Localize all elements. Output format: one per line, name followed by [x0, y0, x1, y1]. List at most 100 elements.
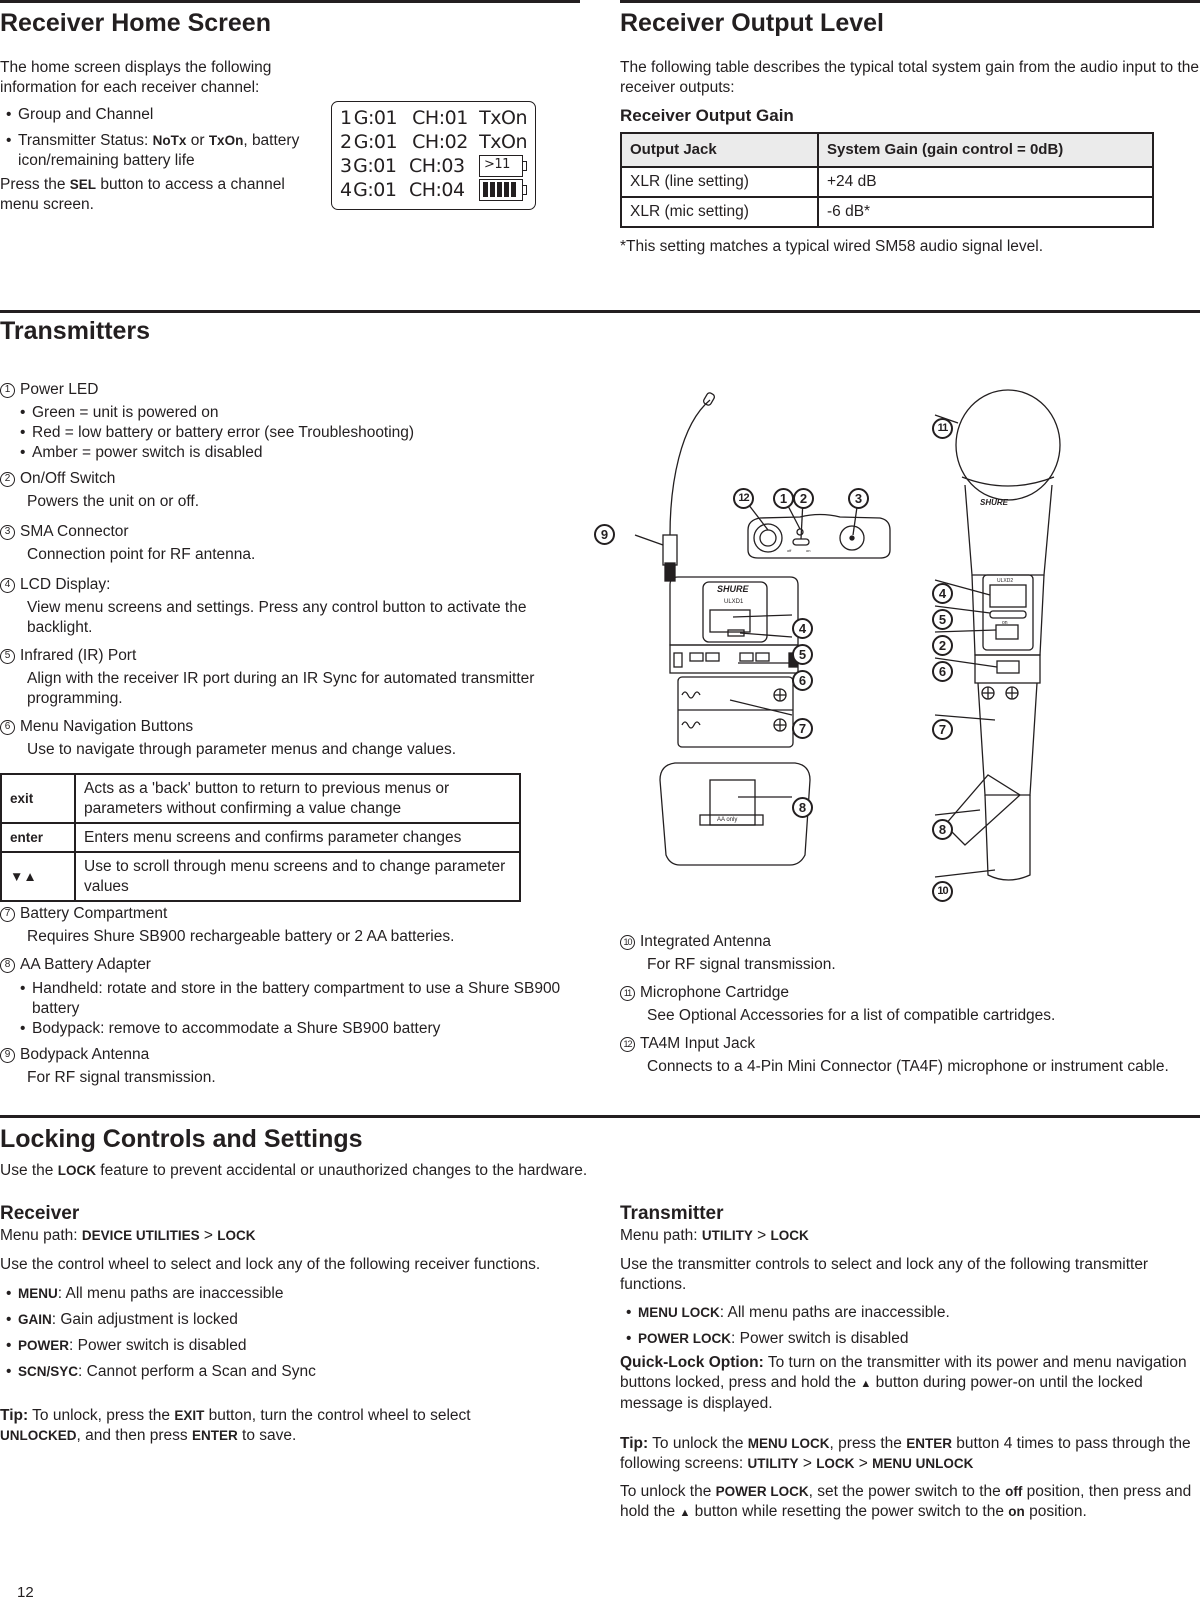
- page-number: 12: [17, 1584, 34, 1601]
- item-aa-battery-adapter: 8AA Battery Adapter Handheld: rotate and…: [0, 955, 580, 1039]
- callout-9: 9: [594, 524, 615, 545]
- handheld-brand: SHURE: [980, 498, 1009, 507]
- callout-6: 6: [792, 670, 813, 691]
- lcd-row: 2 G:01 CH:02 TxOn: [340, 131, 528, 153]
- section-rule-transmitters: [0, 310, 1200, 313]
- callout-number: 6: [0, 719, 15, 735]
- callout-12: 12: [733, 488, 754, 509]
- locking-receiver-title: Receiver: [0, 1203, 80, 1224]
- column-header: Output Jack: [620, 132, 819, 168]
- item-ta4m-input-jack: 12 TA4M Input Jack Connects to a 4-Pin Mi…: [620, 1034, 1180, 1077]
- power-unlock-instructions: To unlock the POWER LOCK, set the power …: [620, 1483, 1192, 1520]
- transmitter-items-left: 1Power LED Green = unit is powered on Re…: [0, 380, 580, 1088]
- callout-2-handheld: 2: [932, 635, 953, 656]
- receiver-home-screen-bullets: Group and Channel Transmitter Status: No…: [0, 105, 300, 171]
- bullet-group-channel: Group and Channel: [0, 105, 300, 125]
- item-battery-compartment: 7 Battery Compartment Requires Shure SB90…: [0, 904, 580, 947]
- handheld-model: ULXD2: [997, 578, 1013, 584]
- list-item: SCN/SYC: Cannot perform a Scan and Sync: [0, 1362, 585, 1382]
- callout-8-handheld: 8: [932, 819, 953, 840]
- item-lcd-display: 4 LCD Display: View menu screens and sett…: [0, 575, 580, 638]
- list-item: MENU: All menu paths are inaccessible: [0, 1284, 585, 1304]
- receiver-unlock-tip: Tip: To unlock, press the EXIT button, t…: [0, 1407, 471, 1444]
- bodypack-battery-door: [659, 762, 811, 866]
- handheld-lcd: [989, 584, 1027, 608]
- sel-instruction: Press the SEL button to access a channel…: [0, 176, 285, 213]
- receiver-menu-path: Menu path: DEVICE UTILITIES > LOCK: [0, 1227, 256, 1244]
- up-arrow-icon: ▲: [679, 1507, 691, 1519]
- item-menu-navigation-buttons: 6 Menu Navigation Buttons Use to navigate…: [0, 717, 580, 760]
- transmitter-diagram: SHURE ULXD1 off on AA only SHURE ULXD2 o…: [634, 389, 1061, 881]
- section-rule-locking: [0, 1115, 1200, 1118]
- lcd-row: 4 G:01 CH:04: [340, 178, 527, 202]
- table-row: ▼▲ Use to scroll through menu screens an…: [0, 851, 521, 902]
- transmitters-title: Transmitters: [0, 317, 151, 345]
- locking-transmitter-title: Transmitter: [620, 1203, 724, 1224]
- item-bodypack-antenna: 9 Bodypack Antenna For RF signal transmis…: [0, 1045, 580, 1088]
- handheld-nav-button: [996, 660, 1020, 674]
- up-arrow-icon: ▲: [860, 1378, 872, 1390]
- receiver-lock-list: MENU: All menu paths are inaccessible GA…: [0, 1284, 585, 1382]
- adapter-label: AA only: [717, 817, 737, 823]
- bodypack-battery-compartment: [677, 676, 794, 748]
- callout-7: 7: [792, 718, 813, 739]
- callout-10: 10: [932, 881, 953, 902]
- callout-number: 1: [0, 382, 15, 398]
- callout-number: 11: [620, 985, 635, 1001]
- battery-bar: [497, 182, 502, 197]
- table-header-row: Output Jack System Gain (gain control = …: [620, 132, 1154, 168]
- column-header: System Gain (gain control = 0dB): [817, 132, 1154, 168]
- receiver-lock-intro: Use the control wheel to select and lock…: [0, 1256, 541, 1273]
- callout-11: 11: [932, 418, 953, 439]
- microphone-handle-upper: [964, 484, 1053, 576]
- callout-number: 12: [620, 1036, 635, 1052]
- handheld-ir-port: [989, 610, 1027, 619]
- battery-bar: [504, 182, 509, 197]
- section-rule-receiver-home: [0, 0, 580, 3]
- tx-status: TxOn: [479, 131, 528, 153]
- callout-4: 4: [792, 618, 813, 639]
- microphone-grille: [955, 389, 1061, 501]
- receiver-output-gain-title: Receiver Output Gain: [620, 106, 794, 125]
- transmitter-items-right: 10 Integrated Antenna For RF signal trans…: [620, 932, 1180, 1077]
- callout-2: 2: [793, 488, 814, 509]
- item-microphone-cartridge: 11 Microphone Cartridge See Optional Acce…: [620, 983, 1180, 1026]
- callout-7-handheld: 7: [932, 719, 953, 740]
- handheld-on-label: on: [1002, 620, 1008, 626]
- receiver-home-screen-title: Receiver Home Screen: [0, 9, 271, 37]
- ta4m-jack: [753, 523, 783, 553]
- receiver-home-screen-body: The home screen displays the following i…: [0, 58, 300, 215]
- battery-full-icon: [479, 179, 527, 201]
- switch-off-label: off: [787, 548, 792, 553]
- transmitter-lock-list: MENU LOCK: All menu paths are inaccessib…: [620, 1303, 1200, 1349]
- nav-key-arrows: ▼▲: [0, 851, 76, 902]
- handheld-battery-compartment: [977, 682, 1038, 796]
- handheld-power-switch: [995, 624, 1019, 640]
- list-item: POWER: Power switch is disabled: [0, 1336, 585, 1356]
- item-integrated-antenna: 10 Integrated Antenna For RF signal trans…: [620, 932, 1180, 975]
- callout-6-handheld: 6: [932, 661, 953, 682]
- section-rule-output-level: [620, 0, 1200, 3]
- lcd-row: 1 G:01 CH:01 TxOn: [340, 107, 528, 129]
- bullet-transmitter-status: Transmitter Status: NoTx or TxOn, batter…: [0, 131, 300, 171]
- receiver-output-gain-table: Output Jack System Gain (gain control = …: [620, 132, 1154, 228]
- transmitter-lock-intro: Use the transmitter controls to select a…: [620, 1256, 1149, 1293]
- callout-number: 8: [0, 957, 15, 973]
- quick-lock-option: Quick-Lock Option: To turn on the transm…: [620, 1354, 1187, 1412]
- locking-transmitter: Transmitter Menu path: UTILITY > LOCK Us…: [620, 1202, 1200, 1523]
- integrated-antenna-base: [984, 794, 1031, 881]
- item-infrared-port: 5 Infrared (IR) Port Align with the recei…: [0, 646, 580, 709]
- power-switch: [792, 538, 810, 546]
- bodypack-lcd: [709, 609, 751, 633]
- table-row: enter Enters menu screens and confirms p…: [0, 822, 521, 853]
- callout-number: 4: [0, 577, 15, 593]
- item-sma-connector: 3 SMA Connector Connection point for RF a…: [0, 522, 580, 565]
- battery-bar: [511, 182, 516, 197]
- list-item: MENU LOCK: All menu paths are inaccessib…: [620, 1303, 1200, 1323]
- table-row: XLR (mic setting) -6 dB*: [620, 196, 1154, 228]
- item-power-led: 1Power LED Green = unit is powered on Re…: [0, 380, 580, 463]
- callout-1: 1: [773, 488, 794, 509]
- callout-number: 9: [0, 1047, 15, 1063]
- receiver-lcd-home-screen: 1 G:01 CH:01 TxOn 2 G:01 CH:02 TxOn 3 G:…: [331, 101, 536, 210]
- callout-number: 10: [620, 934, 635, 950]
